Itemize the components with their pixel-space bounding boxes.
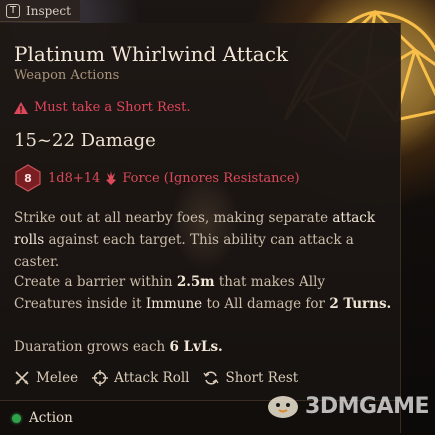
dice-roll: 1d8+14: [48, 170, 101, 186]
desc-3-text-a: Duaration grows each: [14, 339, 170, 355]
crosshair-icon: [92, 370, 109, 386]
spell-title: Platinum Whirlwind Attack: [14, 42, 289, 66]
dice-value: 8: [24, 171, 32, 185]
damage-dice-row: 8 1d8+14 Force (Ignores Resistance): [14, 164, 300, 192]
watermark-text: 3DMGAME: [305, 393, 429, 419]
description-paragraph-1: Strike out at all nearby foes, making se…: [14, 207, 394, 273]
tag-attack-roll: Attack Roll: [92, 370, 189, 386]
description-paragraph-2: Create a barrier within 2.5m that makes …: [14, 271, 394, 315]
warning-icon: [14, 101, 28, 114]
description-paragraph-3: Duaration grows each 6 LvLs.: [14, 336, 394, 358]
immune-link[interactable]: Immune: [146, 296, 202, 312]
level-scaling-value: 6 LvLs.: [169, 339, 223, 355]
rest-cycle-icon: [203, 371, 220, 385]
tag-melee-label: Melee: [36, 370, 79, 386]
desc-2-text-e: to All damage for: [202, 296, 330, 312]
warning-text: Must take a Short Rest.: [34, 100, 191, 115]
range-value: 2.5m: [176, 274, 215, 290]
damage-range: 15~22 Damage: [14, 130, 156, 151]
inspect-label: Inspect: [26, 3, 71, 18]
spell-category: Weapon Actions: [14, 68, 120, 83]
watermark: 3DMGAME: [265, 391, 429, 421]
force-icon: [106, 171, 117, 185]
inspect-key: T: [6, 3, 20, 18]
tag-melee: Melee: [14, 370, 78, 386]
ghost-mascot-icon: [268, 396, 299, 418]
action-dot-icon: [12, 413, 21, 423]
desc-1-text-a: Strike out at all nearby foes, making se…: [14, 210, 333, 226]
tag-short-rest-label: Short Rest: [225, 370, 299, 386]
spell-tags: Melee Attack Roll Short Rest: [14, 370, 298, 386]
desc-1-text-c: against each target. This ability can at…: [14, 232, 354, 270]
damage-type: Force (Ignores Resistance): [122, 170, 300, 186]
rest-requirement: Must take a Short Rest.: [14, 100, 190, 115]
tag-short-rest: Short Rest: [203, 370, 298, 386]
desc-2-text-a: Create a barrier within: [14, 274, 177, 290]
duration-value: 2 Turns.: [329, 296, 392, 312]
tag-attack-roll-label: Attack Roll: [114, 370, 190, 386]
crossed-swords-icon: [15, 371, 29, 385]
inspect-bar[interactable]: T Inspect: [0, 0, 80, 22]
d8-icon: 8: [14, 164, 42, 192]
action-type-label: Action: [29, 410, 73, 426]
